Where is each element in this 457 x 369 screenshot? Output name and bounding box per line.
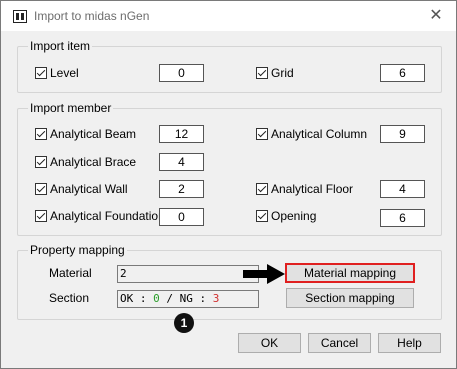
analytical-foundation-count: 0: [159, 208, 204, 226]
analytical-brace-count: 4: [159, 153, 204, 171]
analytical-wall-label: Analytical Wall: [50, 182, 128, 196]
checkbox-check-icon: [35, 183, 47, 195]
section-ok-prefix: OK :: [120, 292, 154, 305]
import-item-label: Import item: [28, 39, 93, 53]
analytical-beam-label: Analytical Beam: [50, 127, 137, 141]
arrow-right-icon: [243, 264, 285, 284]
analytical-brace-checkbox[interactable]: Analytical Brace: [35, 154, 136, 170]
import-member-label: Import member: [28, 101, 114, 115]
checkbox-check-icon: [256, 67, 268, 79]
close-icon[interactable]: ✕: [425, 6, 447, 26]
material-count-field: 2: [117, 265, 259, 283]
opening-count: 6: [380, 209, 425, 227]
grid-count: 6: [380, 64, 425, 82]
checkbox-check-icon: [256, 183, 268, 195]
material-mapping-button[interactable]: Material mapping: [285, 263, 415, 283]
checkbox-check-icon: [35, 67, 47, 79]
property-mapping-label: Property mapping: [28, 243, 127, 257]
grid-label: Grid: [271, 66, 294, 80]
analytical-column-count: 9: [380, 125, 425, 143]
level-count: 0: [159, 64, 204, 82]
grid-checkbox[interactable]: Grid: [256, 65, 294, 81]
level-label: Level: [50, 66, 79, 80]
section-status-field: OK : 0 / NG : 3: [117, 290, 259, 308]
analytical-beam-checkbox[interactable]: Analytical Beam: [35, 126, 136, 142]
analytical-beam-count: 12: [159, 125, 204, 143]
checkbox-check-icon: [256, 128, 268, 140]
analytical-floor-checkbox[interactable]: Analytical Floor: [256, 181, 353, 197]
section-label: Section: [49, 291, 90, 305]
ok-button[interactable]: OK: [238, 333, 301, 353]
section-ng-value: 3: [212, 292, 220, 305]
analytical-foundation-label: Analytical Foundation: [50, 209, 165, 223]
analytical-column-label: Analytical Column: [271, 127, 368, 141]
title-bar[interactable]: Import to midas nGen ✕: [1, 1, 456, 31]
callout-badge: 1: [174, 313, 194, 333]
analytical-floor-count: 4: [380, 180, 425, 198]
analytical-foundation-checkbox[interactable]: Analytical Foundation: [35, 208, 165, 224]
cancel-button[interactable]: Cancel: [308, 333, 371, 353]
analytical-brace-label: Analytical Brace: [50, 155, 137, 169]
opening-checkbox[interactable]: Opening: [256, 208, 316, 224]
analytical-floor-label: Analytical Floor: [271, 182, 354, 196]
analytical-column-checkbox[interactable]: Analytical Column: [256, 126, 367, 142]
checkbox-check-icon: [35, 156, 47, 168]
import-dialog: Import to midas nGen ✕ Import item Level…: [0, 0, 457, 369]
analytical-wall-checkbox[interactable]: Analytical Wall: [35, 181, 128, 197]
level-checkbox[interactable]: Level: [35, 65, 79, 81]
section-ok-value: 0: [153, 292, 160, 305]
checkbox-check-icon: [256, 210, 268, 222]
property-mapping-group: Property mapping: [17, 243, 442, 320]
checkbox-check-icon: [35, 128, 47, 140]
material-label: Material: [49, 266, 92, 280]
analytical-wall-count: 2: [159, 180, 204, 198]
section-mapping-button[interactable]: Section mapping: [286, 288, 414, 308]
opening-label: Opening: [271, 209, 317, 223]
section-sep: / NG :: [159, 292, 213, 305]
help-button[interactable]: Help: [378, 333, 441, 353]
app-icon: [13, 10, 27, 23]
import-item-group: Import item: [17, 39, 442, 93]
window-title: Import to midas nGen: [34, 9, 150, 23]
checkbox-check-icon: [35, 210, 47, 222]
